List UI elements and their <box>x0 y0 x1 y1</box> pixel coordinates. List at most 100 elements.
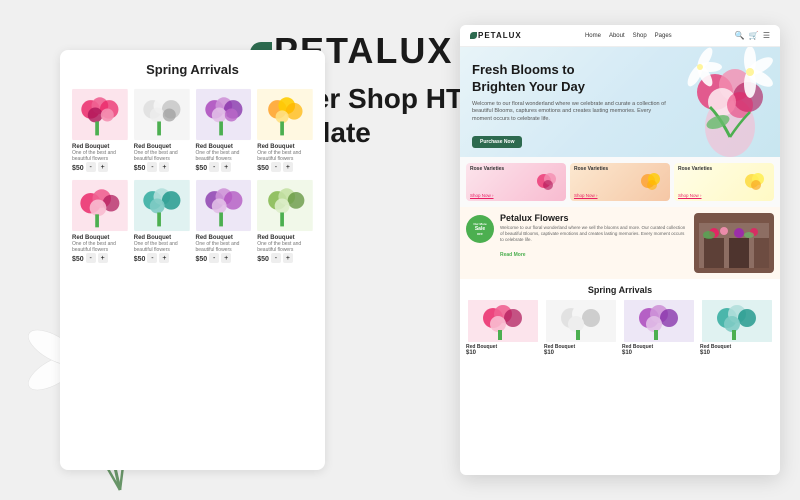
list-item: Red Bouquet $10 <box>466 300 540 356</box>
preview-product-image <box>544 300 618 342</box>
preview-product-grid: Red Bouquet $10 Red Bouquet $10 <box>466 300 774 356</box>
decrement-button[interactable]: - <box>86 253 96 263</box>
nav-link-home[interactable]: Home <box>585 33 601 39</box>
list-item: Red Bouquet One of the best and beautifu… <box>134 87 190 172</box>
category-link[interactable]: Shop Now › <box>678 193 702 198</box>
price-controls: $50 - + <box>257 253 313 263</box>
category-label: Rose Varieties <box>678 166 712 172</box>
product-desc: One of the best and beautiful flowers <box>196 241 252 253</box>
category-label: Rose Varieties <box>470 166 504 172</box>
increment-button[interactable]: + <box>221 162 231 172</box>
preview-product-price: $10 <box>466 350 540 356</box>
decrement-button[interactable]: - <box>147 253 157 263</box>
product-image <box>72 87 128 142</box>
preview-hero: Fresh Blooms to Brighten Your Day Welcom… <box>460 47 780 157</box>
list-item: Red Bouquet $10 <box>700 300 774 356</box>
category-label: Rose Varieties <box>574 166 608 172</box>
decrement-button[interactable]: - <box>271 253 281 263</box>
preview-product-image <box>622 300 696 342</box>
product-desc: One of the best and beautiful flowers <box>72 150 128 162</box>
product-desc: One of the best and beautiful flowers <box>134 241 190 253</box>
decrement-button[interactable]: - <box>147 162 157 172</box>
product-price: $50 <box>196 165 208 172</box>
list-item: Red Bouquet One of the best and beautifu… <box>134 178 190 263</box>
purchase-now-button[interactable]: Purchase Now <box>472 136 522 148</box>
cart-icon[interactable]: 🛒 <box>749 31 759 40</box>
product-grid-title: Spring Arrivals <box>72 62 313 77</box>
decrement-button[interactable]: - <box>209 253 219 263</box>
product-price: $50 <box>196 256 208 263</box>
hero-flower-image <box>680 47 780 157</box>
increment-button[interactable]: + <box>283 162 293 172</box>
nav-link-pages[interactable]: Pages <box>655 33 672 39</box>
increment-button[interactable]: + <box>159 253 169 263</box>
increment-button[interactable]: + <box>159 162 169 172</box>
list-item: Red Bouquet One of the best and beautifu… <box>72 178 128 263</box>
increment-button[interactable]: + <box>98 162 108 172</box>
preview-logo-text: PETALUX <box>478 31 522 40</box>
spring-title: Spring Arrivals <box>466 285 774 295</box>
category-card-varieties[interactable]: Rose Varieties Shop Now › <box>570 163 670 201</box>
hero-subtitle: Welcome to our floral wonderland where w… <box>472 101 668 124</box>
preview-product-price: $10 <box>544 350 618 356</box>
price-controls: $50 - + <box>134 162 190 172</box>
category-card-roses[interactable]: Rose Varieties Shop Now › <box>466 163 566 201</box>
preview-product-image <box>700 300 774 342</box>
preview-product-price: $10 <box>700 350 774 356</box>
about-text: Petalux Flowers Welcome to our floral wo… <box>500 213 688 273</box>
nav-link-about[interactable]: About <box>609 33 625 39</box>
price-controls: $50 - + <box>72 253 128 263</box>
product-image <box>257 87 313 142</box>
about-description: Welcome to our floral wonderland where w… <box>500 225 688 243</box>
read-more-button[interactable]: Read More <box>500 252 526 258</box>
price-controls: $50 - + <box>257 162 313 172</box>
menu-icon[interactable]: ☰ <box>763 31 770 40</box>
decrement-button[interactable]: - <box>271 162 281 172</box>
list-item: Red Bouquet $10 <box>544 300 618 356</box>
category-card-yellow[interactable]: Rose Varieties Shop Now › <box>674 163 774 201</box>
product-grid-panel: Spring Arrivals Red Bouquet One of the b… <box>60 50 325 470</box>
about-heading: Petalux Flowers <box>500 213 688 223</box>
product-image <box>134 178 190 233</box>
website-preview: PETALUX Home About Shop Pages 🔍 🛒 ☰ Fres… <box>460 25 780 475</box>
about-shop-image <box>694 213 774 273</box>
preview-logo-leaf-icon <box>470 32 477 39</box>
increment-button[interactable]: + <box>283 253 293 263</box>
product-price: $50 <box>134 256 146 263</box>
hero-text: Fresh Blooms to Brighten Your Day Welcom… <box>460 47 680 157</box>
preview-about-section: Our More Sale OFF Petalux Flowers Welcom… <box>460 207 780 279</box>
product-desc: One of the best and beautiful flowers <box>72 241 128 253</box>
product-desc: One of the best and beautiful flowers <box>196 150 252 162</box>
list-item: Red Bouquet One of the best and beautifu… <box>196 87 252 172</box>
category-link[interactable]: Shop Now › <box>574 193 598 198</box>
increment-button[interactable]: + <box>221 253 231 263</box>
product-price: $50 <box>257 165 269 172</box>
preview-product-price: $10 <box>622 350 696 356</box>
sale-off: OFF <box>477 232 483 236</box>
nav-link-shop[interactable]: Shop <box>633 33 647 39</box>
category-link[interactable]: Shop Now › <box>470 193 494 198</box>
product-price: $50 <box>257 256 269 263</box>
search-icon[interactable]: 🔍 <box>735 31 745 40</box>
list-item: Red Bouquet One of the best and beautifu… <box>257 87 313 172</box>
decrement-button[interactable]: - <box>86 162 96 172</box>
product-image <box>134 87 190 142</box>
increment-button[interactable]: + <box>98 253 108 263</box>
hero-title: Fresh Blooms to Brighten Your Day <box>472 62 668 96</box>
product-image <box>257 178 313 233</box>
list-item: Red Bouquet $10 <box>622 300 696 356</box>
product-desc: One of the best and beautiful flowers <box>257 150 313 162</box>
decrement-button[interactable]: - <box>209 162 219 172</box>
preview-nav-links: Home About Shop Pages <box>585 33 672 39</box>
preview-product-image <box>466 300 540 342</box>
price-controls: $50 - + <box>196 162 252 172</box>
product-image <box>196 87 252 142</box>
price-controls: $50 - + <box>72 162 128 172</box>
product-desc: One of the best and beautiful flowers <box>257 241 313 253</box>
preview-navbar: PETALUX Home About Shop Pages 🔍 🛒 ☰ <box>460 25 780 47</box>
sale-badge: Our More Sale OFF <box>466 215 494 243</box>
preview-spring-section: Spring Arrivals Red Bouquet $10 <box>460 279 780 362</box>
price-controls: $50 - + <box>196 253 252 263</box>
product-image <box>72 178 128 233</box>
preview-logo: PETALUX <box>470 31 522 40</box>
